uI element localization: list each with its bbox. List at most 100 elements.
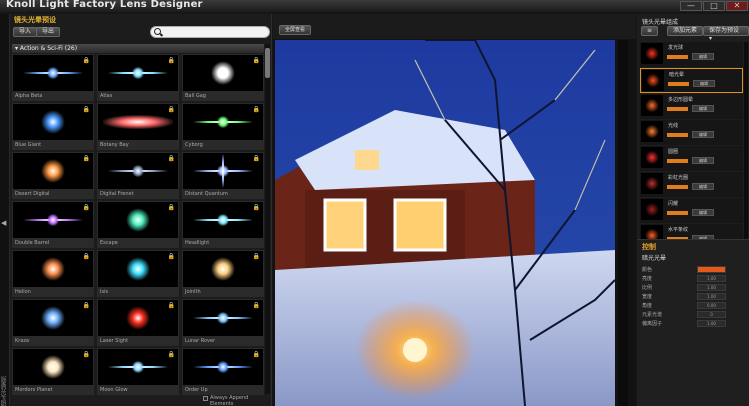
components-scrollbar[interactable] bbox=[744, 42, 748, 242]
element-edit-button[interactable]: 编辑 bbox=[692, 131, 714, 138]
preset-tile[interactable]: 🔒 Blue Giant bbox=[12, 103, 94, 150]
element-edit-button[interactable]: 编辑 bbox=[692, 53, 714, 60]
append-checkbox[interactable] bbox=[203, 396, 208, 401]
preset-thumbnail[interactable]: 🔒 bbox=[12, 348, 94, 386]
element-item[interactable]: 彩虹光圈 编辑 bbox=[640, 172, 743, 197]
preset-label: Kraza bbox=[12, 337, 94, 346]
element-edit-button[interactable]: 编辑 bbox=[692, 183, 714, 190]
preset-thumbnail[interactable]: 🔒 bbox=[182, 250, 264, 288]
preset-tile[interactable]: 🔒 Atlas bbox=[97, 54, 179, 101]
element-edit-button[interactable]: 编辑 bbox=[692, 157, 714, 164]
property-value-field[interactable]: 1.00 bbox=[697, 275, 726, 282]
collapse-arrow-icon[interactable]: ◀ bbox=[1, 219, 6, 227]
preset-tile[interactable]: 🔒 Digital Frenet bbox=[97, 152, 179, 199]
preset-tile[interactable]: 🔒 Isis bbox=[97, 250, 179, 297]
preset-thumbnail[interactable]: 🔒 bbox=[97, 250, 179, 288]
preset-tile[interactable]: 🔒 Double Barrel bbox=[12, 201, 94, 248]
element-item[interactable]: 圆圈 编辑 bbox=[640, 146, 743, 171]
element-name: 发光球 bbox=[668, 45, 684, 51]
preset-tile[interactable]: 🔒 Escape bbox=[97, 201, 179, 248]
minimize-button[interactable]: — bbox=[680, 1, 702, 11]
preset-tile[interactable]: 🔒 Cyborg bbox=[182, 103, 264, 150]
preset-tile[interactable]: 🔒 Headlight bbox=[182, 201, 264, 248]
preset-tile[interactable]: 🔒 Ball Gag bbox=[182, 54, 264, 101]
flare-core bbox=[132, 361, 144, 373]
property-value-field[interactable]: 0 bbox=[697, 311, 726, 318]
preset-thumbnail[interactable]: 🔒 bbox=[97, 152, 179, 190]
viewer-scrollbar[interactable] bbox=[618, 40, 628, 406]
maximize-button[interactable]: □ bbox=[703, 1, 725, 11]
preset-thumbnail[interactable]: 🔒 bbox=[12, 103, 94, 141]
menu-button[interactable]: ≡ bbox=[641, 26, 659, 36]
add-element-button[interactable]: 添加元素 bbox=[667, 26, 704, 36]
element-color-swatch[interactable] bbox=[667, 159, 688, 163]
preset-thumbnail[interactable]: 🔒 bbox=[182, 299, 264, 337]
property-value-field[interactable]: 1.00 bbox=[697, 293, 726, 300]
preset-label: Isis bbox=[97, 288, 179, 297]
components-title: 镜头光晕组成 bbox=[642, 19, 679, 26]
property-value-field[interactable]: 0.00 bbox=[697, 302, 726, 309]
element-color-swatch[interactable] bbox=[667, 107, 688, 111]
lock-icon: 🔒 bbox=[252, 253, 260, 260]
lock-icon: 🔒 bbox=[167, 57, 175, 64]
preview-image[interactable] bbox=[275, 40, 615, 406]
preset-thumbnail[interactable]: 🔒 bbox=[12, 250, 94, 288]
library-scrollbar[interactable] bbox=[265, 44, 270, 394]
preset-tile[interactable]: 🔒 Laser Sight bbox=[97, 299, 179, 346]
lock-icon: 🔒 bbox=[167, 351, 175, 358]
element-color-swatch[interactable] bbox=[667, 133, 688, 137]
preset-thumbnail[interactable]: 🔒 bbox=[12, 299, 94, 337]
color-swatch[interactable] bbox=[697, 266, 726, 273]
element-color-swatch[interactable] bbox=[667, 211, 688, 215]
element-edit-button[interactable]: 编辑 bbox=[692, 209, 714, 216]
import-button[interactable]: 导入 bbox=[13, 27, 38, 37]
fullscreen-button[interactable]: 全屏查看 bbox=[279, 25, 312, 35]
preset-thumbnail[interactable]: 🔒 bbox=[97, 201, 179, 239]
element-item[interactable]: 发光球编辑 bbox=[640, 42, 743, 67]
element-color-swatch[interactable] bbox=[667, 55, 688, 59]
preset-tile[interactable]: 🔒 Distant Quantum bbox=[182, 152, 264, 199]
element-item[interactable]: 闪耀 编辑 bbox=[640, 198, 743, 223]
element-item[interactable]: 暗光晕 编辑 bbox=[640, 68, 743, 93]
preset-thumbnail[interactable]: 🔒 bbox=[182, 152, 264, 190]
preset-thumbnail[interactable]: 🔒 bbox=[182, 103, 264, 141]
preset-thumbnail[interactable]: 🔒 bbox=[97, 299, 179, 337]
search-input[interactable] bbox=[150, 26, 270, 38]
preset-tile[interactable]: 🔒 Lunar Rover bbox=[182, 299, 264, 346]
scroll-thumb[interactable] bbox=[265, 48, 270, 78]
save-preset-button[interactable]: 保存为预设 ▾ bbox=[703, 26, 749, 42]
preset-tile[interactable]: 🔒 Desert Digital bbox=[12, 152, 94, 199]
collapse-sidebar-tab[interactable]: ◀ 镜头光晕预设 bbox=[0, 14, 17, 406]
preset-tile[interactable]: 🔒 Helion bbox=[12, 250, 94, 297]
preset-tile[interactable]: 🔒 Mordors Planet bbox=[12, 348, 94, 395]
preset-tile[interactable]: 🔒 Alpha Beta bbox=[12, 54, 94, 101]
preset-thumbnail[interactable]: 🔒 bbox=[12, 152, 94, 190]
property-label: 宽度 bbox=[642, 294, 653, 300]
preset-thumbnail[interactable]: 🔒 bbox=[182, 201, 264, 239]
preset-tile[interactable]: 🔒 Joinlth bbox=[182, 250, 264, 297]
preset-thumbnail[interactable]: 🔒 bbox=[12, 54, 94, 92]
element-edit-button[interactable]: 编辑 bbox=[693, 80, 715, 87]
property-value-field[interactable]: 1.00 bbox=[697, 284, 726, 291]
element-color-swatch[interactable] bbox=[667, 185, 688, 189]
export-button[interactable]: 导出 bbox=[36, 27, 61, 37]
preset-thumbnail[interactable]: 🔒 bbox=[12, 201, 94, 239]
preset-label: Botany Bay bbox=[97, 141, 179, 150]
category-header[interactable]: ▾ Action & Sci-Fi (26) bbox=[12, 44, 264, 53]
flare-glow bbox=[41, 355, 65, 379]
preset-thumbnail[interactable]: 🔒 bbox=[97, 103, 179, 141]
preset-thumbnail[interactable]: 🔒 bbox=[97, 54, 179, 92]
element-item[interactable]: 光线 编辑 bbox=[640, 120, 743, 145]
element-item[interactable]: 多边形圆晕 编辑 bbox=[640, 94, 743, 119]
element-color-swatch[interactable] bbox=[668, 82, 689, 86]
property-value-field[interactable]: 1.00 bbox=[697, 320, 726, 327]
preset-tile[interactable]: 🔒 Botany Bay bbox=[97, 103, 179, 150]
close-button[interactable]: ✕ bbox=[726, 1, 748, 11]
preset-tile[interactable]: 🔒 Moon Glow bbox=[97, 348, 179, 395]
preset-tile[interactable]: 🔒 Kraza bbox=[12, 299, 94, 346]
preset-thumbnail[interactable]: 🔒 bbox=[182, 348, 264, 386]
preset-thumbnail[interactable]: 🔒 bbox=[97, 348, 179, 386]
preset-tile[interactable]: 🔒 Order Up bbox=[182, 348, 264, 395]
preset-thumbnail[interactable]: 🔒 bbox=[182, 54, 264, 92]
element-edit-button[interactable]: 编辑 bbox=[692, 105, 714, 112]
